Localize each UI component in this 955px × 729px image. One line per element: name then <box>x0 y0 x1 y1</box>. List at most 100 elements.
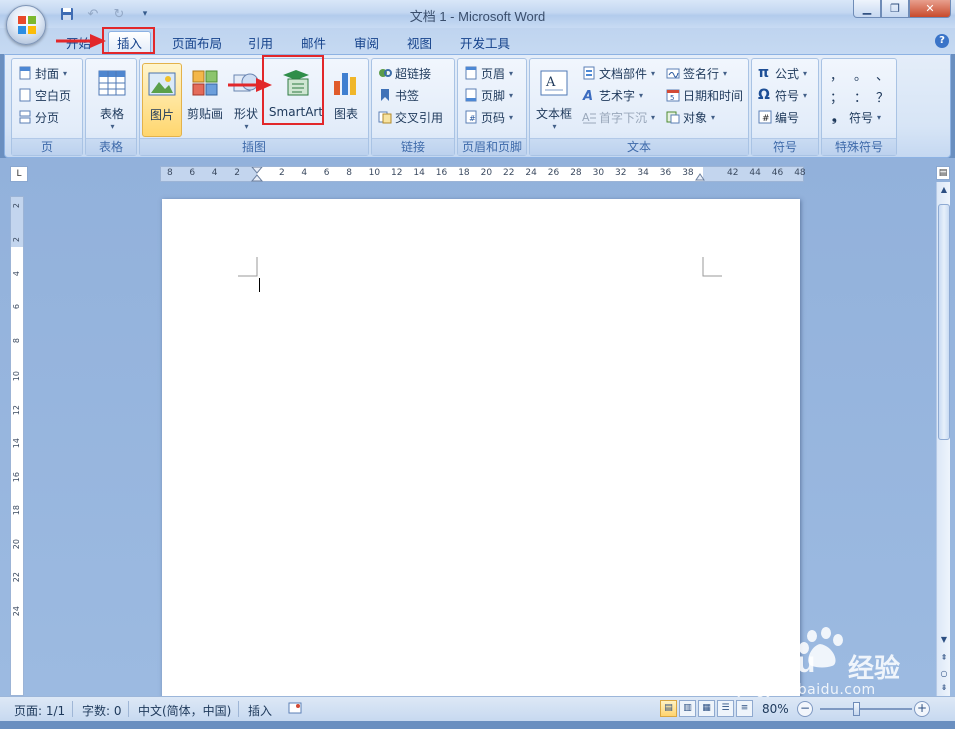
signature-line-button[interactable]: 签名行 ▾ <box>666 63 727 83</box>
wordart-button[interactable]: A 艺术字 ▾ <box>582 85 643 105</box>
zoom-slider-thumb[interactable] <box>852 702 860 716</box>
margin-corner-mark <box>238 257 258 277</box>
vertical-scrollbar[interactable]: ▲ ▼ ⇞ ○ ⇟ <box>936 182 950 696</box>
chevron-down-icon: ▾ <box>651 112 656 122</box>
symbol-comma[interactable]: ， <box>830 65 843 84</box>
hyperlink-icon <box>378 66 392 80</box>
select-browse-object-button[interactable]: ○ <box>938 668 950 680</box>
picture-button[interactable]: 图片 <box>142 63 182 137</box>
insert-tab-highlight <box>102 27 155 54</box>
textbox-button[interactable]: A 文本框 ▾ <box>534 63 574 137</box>
footer-button[interactable]: 页脚 ▾ <box>464 85 513 105</box>
chevron-down-icon: ▼ <box>940 635 948 644</box>
table-button[interactable]: 表格 ▾ <box>92 63 132 137</box>
symbol-colon[interactable]: ： <box>854 87 867 106</box>
ruler-tick-label: 42 <box>727 168 739 178</box>
equation-button[interactable]: π 公式 ▾ <box>758 63 807 83</box>
full-screen-reading-button[interactable]: ▥ <box>679 700 696 717</box>
scroll-up-button[interactable]: ▲ <box>938 184 950 196</box>
zoom-slider[interactable] <box>820 708 912 710</box>
ruler-tick-label: 8 <box>167 168 173 178</box>
symbol-enumeration-comma[interactable]: 、 <box>876 65 889 84</box>
cover-page-icon <box>18 66 32 80</box>
scroll-down-button[interactable]: ▼ <box>938 634 950 646</box>
horizontal-ruler[interactable]: 8 6 4 2 2 4 6 8 10 12 14 16 18 20 22 24 26 28 30 32 34 36 38 42… <box>160 166 806 183</box>
cross-reference-button[interactable]: 交叉引用 <box>378 107 443 127</box>
symbol-semicolon[interactable]: ； <box>830 87 843 106</box>
chevron-down-icon: ▾ <box>244 122 249 131</box>
word-count[interactable]: 字数: 0 <box>82 702 122 719</box>
chevron-down-icon: ▾ <box>803 68 808 78</box>
tab-selector[interactable]: L <box>10 166 28 182</box>
chevron-down-icon: ▾ <box>110 122 115 131</box>
outline-button[interactable]: ☰ <box>717 700 734 717</box>
zoom-level[interactable]: 80% <box>762 702 789 716</box>
office-button[interactable] <box>6 5 46 45</box>
vertical-ruler[interactable]: 2 2 4 6 8 10 12 14 16 18 20 22 24 <box>10 196 24 696</box>
indent-marker-icon[interactable] <box>251 167 263 183</box>
watermark-brand-cn: 经验 <box>848 654 901 684</box>
web-layout-button[interactable]: ▦ <box>698 700 715 717</box>
object-button[interactable]: 对象 ▾ <box>666 107 715 127</box>
web-layout-icon: ▦ <box>702 703 711 713</box>
tab-developer[interactable]: 开发工具 <box>452 31 518 53</box>
reading-icon: ▥ <box>683 703 692 713</box>
minus-icon: − <box>799 701 811 715</box>
tab-page-layout[interactable]: 页面布局 <box>164 31 230 53</box>
next-page-button[interactable]: ⇟ <box>938 682 950 694</box>
language-indicator[interactable]: 中文(简体，中国) <box>138 702 231 719</box>
numbering-button[interactable]: # 编号 <box>758 107 799 127</box>
shapes-button[interactable]: 形状 ▾ <box>228 63 264 137</box>
right-indent-marker-icon[interactable] <box>695 171 705 181</box>
ruler-tick-label: 8 <box>346 168 352 178</box>
page-count[interactable]: 页面: 1/1 <box>14 702 65 719</box>
document-page[interactable] <box>162 199 800 699</box>
date-time-button[interactable]: 5 日期和时间 <box>666 85 743 105</box>
tab-mailings[interactable]: 邮件 <box>293 31 334 53</box>
symbol-period[interactable]: 。 <box>854 65 867 84</box>
chevron-down-icon: ▾ <box>509 112 514 122</box>
close-button[interactable]: ✕ <box>909 0 951 18</box>
scrollbar-thumb[interactable] <box>938 204 950 440</box>
group-label-pages: 页 <box>12 138 82 155</box>
group-label-header-footer: 页眉和页脚 <box>458 138 526 155</box>
symbol-button[interactable]: Ω 符号 ▾ <box>758 85 807 105</box>
svg-text:A: A <box>582 89 593 102</box>
insert-mode-indicator[interactable]: 插入 <box>248 702 272 719</box>
blank-page-button[interactable]: 空白页 <box>18 85 71 105</box>
clip-art-button[interactable]: 剪贴画 <box>186 63 224 137</box>
help-icon[interactable]: ? <box>935 34 949 48</box>
ruler-tick-label: 2 <box>234 168 240 178</box>
group-pages: 封面 ▾ 空白页 分页 页 <box>11 58 83 156</box>
minimize-button[interactable]: ▁ <box>853 0 881 18</box>
bookmark-button[interactable]: 书签 <box>378 85 419 105</box>
page-number-button[interactable]: # 页码 ▾ <box>464 107 513 127</box>
restore-button[interactable]: ❐ <box>881 0 909 18</box>
more-symbols-button[interactable]: ❟ 符号 ▾ <box>832 107 881 127</box>
ruler-tick-label: 2 <box>279 168 285 178</box>
group-tables: 表格 ▾ 表格 <box>85 58 137 156</box>
drop-cap-button[interactable]: A 首字下沉 ▾ <box>582 107 655 127</box>
quick-parts-button[interactable]: 文档部件 ▾ <box>582 63 655 83</box>
cross-reference-icon <box>378 110 392 124</box>
ruler-tick-label: 4 <box>211 168 218 178</box>
page-break-button[interactable]: 分页 <box>18 107 59 127</box>
chart-button[interactable]: 图表 <box>328 63 364 137</box>
cover-page-button[interactable]: 封面 ▾ <box>18 63 67 83</box>
tab-review[interactable]: 审阅 <box>346 31 387 53</box>
header-button[interactable]: 页眉 ▾ <box>464 63 513 83</box>
draft-button[interactable]: ≡ <box>736 700 753 717</box>
tab-view[interactable]: 视图 <box>399 31 440 53</box>
symbol-question[interactable]: ？ <box>876 87 889 106</box>
zoom-out-button[interactable]: − <box>797 701 813 717</box>
zoom-in-button[interactable]: + <box>914 701 930 717</box>
hyperlink-button[interactable]: 超链接 <box>378 63 431 83</box>
chart-icon <box>334 73 356 95</box>
view-ruler-button[interactable]: ▤ <box>936 166 950 180</box>
macro-record-button[interactable] <box>288 701 302 718</box>
tab-references[interactable]: 引用 <box>240 31 281 53</box>
print-layout-button[interactable]: ▤ <box>660 700 677 717</box>
ruler-tick-label: 2 <box>12 237 21 243</box>
previous-page-button[interactable]: ⇞ <box>938 652 950 664</box>
chevron-down-icon: ▾ <box>711 112 716 122</box>
